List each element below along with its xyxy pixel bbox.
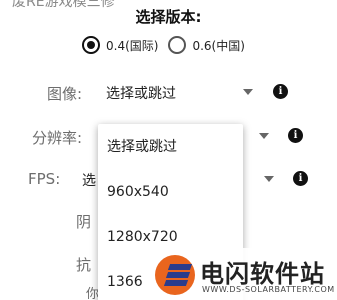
image-select[interactable]: 选择或跳过 (106, 83, 176, 103)
caret-down-icon[interactable] (259, 133, 269, 139)
dropdown-option[interactable]: 960x540 (98, 170, 243, 215)
version-title: 选择版本: (135, 8, 202, 26)
dropdown-option[interactable]: 选择或跳过 (98, 125, 243, 170)
radio-checked-icon[interactable] (82, 36, 100, 54)
watermark-title: 电闪软件站 (200, 260, 325, 288)
antialias-label: 抗 (76, 256, 92, 274)
info-icon[interactable]: i (293, 171, 308, 186)
info-icon[interactable]: i (288, 128, 303, 143)
fps-select[interactable]: 选 (82, 170, 96, 190)
radio-unchecked-icon[interactable] (168, 36, 187, 54)
radio-label: 0.6(中国) (192, 38, 245, 53)
watermark-url: WWW.DS-SOLARBATTERY.COM (202, 285, 335, 294)
resolution-label: 分辨率: (32, 129, 83, 147)
solar-panel-logo-icon (155, 255, 195, 295)
fps-label: FPS: (28, 170, 61, 188)
caret-down-icon[interactable] (243, 89, 253, 95)
shadow-label: 阴 (76, 213, 92, 231)
caret-down-icon[interactable] (264, 176, 274, 182)
site-watermark: 电闪软件站 WWW.DS-SOLARBATTERY.COM (148, 248, 337, 300)
radio-version-0-6[interactable]: 0.6(中国) (168, 36, 245, 54)
info-icon[interactable]: i (273, 84, 288, 99)
image-label: 图像: (47, 85, 83, 103)
version-radio-group: 0.4(国际) 0.6(中国) (82, 36, 255, 54)
radio-label: 0.4(国际) (106, 38, 159, 53)
radio-version-0-4[interactable]: 0.4(国际) (82, 36, 158, 54)
